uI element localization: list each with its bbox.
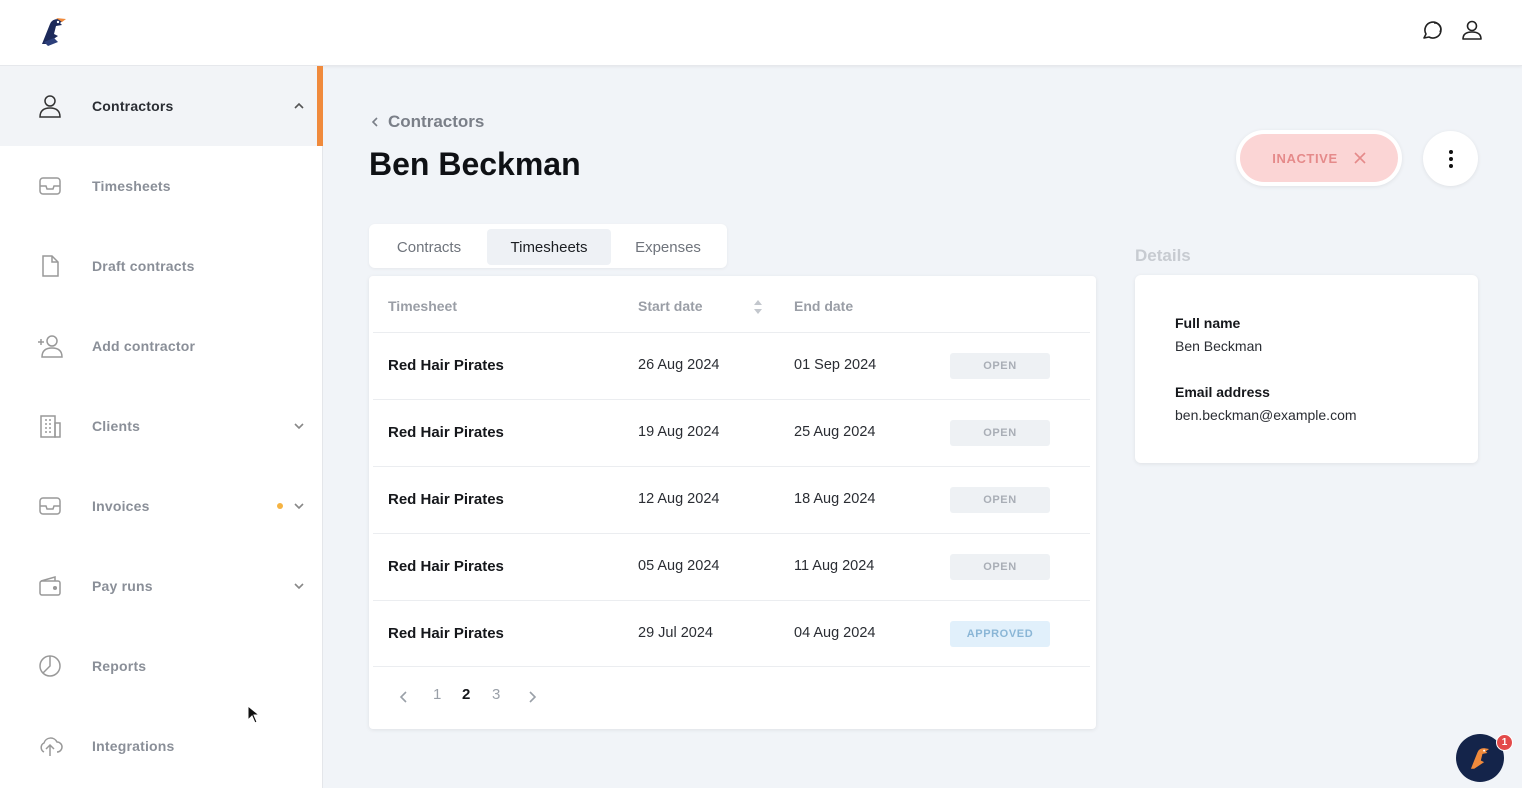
inbox-icon	[39, 177, 61, 195]
end-date: 01 Sep 2024	[794, 357, 877, 373]
email-label: Email address	[1175, 384, 1270, 400]
breadcrumb-label: Contractors	[388, 112, 485, 131]
details-heading: Details	[1135, 246, 1191, 265]
document-icon	[42, 255, 59, 277]
sidebar-item-label: Reports	[92, 658, 147, 674]
column-header-timesheet: Timesheet	[388, 298, 457, 314]
bird-mascot-logo[interactable]	[36, 14, 70, 48]
person-add-icon	[38, 335, 63, 358]
start-date: 26 Aug 2024	[638, 357, 720, 373]
sidebar-item-label: Draft contracts	[92, 258, 195, 274]
timesheet-name: Red Hair Pirates	[388, 558, 504, 575]
column-header-start-date[interactable]: Start date	[638, 298, 703, 314]
table-row[interactable]: Red Hair Pirates 05 Aug 2024 11 Aug 2024…	[373, 533, 1090, 600]
sidebar-item-clients[interactable]: Clients	[0, 386, 323, 466]
chevron-left-icon	[371, 117, 378, 127]
wallet-icon	[39, 576, 61, 596]
start-date: 05 Aug 2024	[638, 558, 720, 574]
mouse-cursor-icon	[247, 705, 261, 724]
sidebar-item-reports[interactable]: Reports	[0, 626, 323, 706]
notification-dot	[277, 503, 283, 509]
notification-badge: 1	[1496, 734, 1513, 751]
start-date: 12 Aug 2024	[638, 491, 720, 507]
tab-bar: Contracts Timesheets Expenses	[369, 224, 727, 268]
timesheet-name: Red Hair Pirates	[388, 357, 504, 374]
email-value: ben.beckman@example.com	[1175, 407, 1357, 423]
full-name-label: Full name	[1175, 315, 1241, 331]
sidebar-item-label: Pay runs	[92, 578, 153, 594]
timesheet-name: Red Hair Pirates	[388, 491, 504, 508]
chevron-down-icon	[294, 503, 304, 510]
table-row[interactable]: Red Hair Pirates 19 Aug 2024 25 Aug 2024…	[373, 399, 1090, 466]
sidebar-item-draft-contracts[interactable]: Draft contracts	[0, 226, 323, 306]
tab-contracts[interactable]: Contracts	[374, 229, 484, 265]
person-icon	[39, 95, 61, 118]
column-header-end-date: End date	[794, 298, 854, 314]
end-date: 04 Aug 2024	[794, 625, 876, 641]
tab-timesheets[interactable]: Timesheets	[487, 229, 611, 265]
page-3-button[interactable]: 3	[492, 686, 500, 703]
building-icon	[40, 415, 61, 438]
pie-chart-icon	[39, 655, 61, 677]
sidebar-item-label: Add contractor	[92, 338, 196, 354]
sidebar: Contractors Timesheets Draft contracts A…	[0, 66, 323, 788]
close-icon[interactable]	[1354, 152, 1366, 164]
user-profile-icon[interactable]	[1460, 18, 1484, 42]
timesheet-name: Red Hair Pirates	[388, 625, 504, 642]
end-date: 25 Aug 2024	[794, 424, 876, 440]
status-toggle[interactable]: INACTIVE	[1236, 130, 1402, 186]
inbox-icon	[39, 497, 61, 515]
top-bar	[0, 0, 1522, 66]
timesheet-name: Red Hair Pirates	[388, 424, 504, 441]
sidebar-item-add-contractor[interactable]: Add contractor	[0, 306, 323, 386]
sidebar-item-pay-runs[interactable]: Pay runs	[0, 546, 323, 626]
end-date: 18 Aug 2024	[794, 491, 876, 507]
status-badge: OPEN	[950, 420, 1050, 446]
sidebar-item-contractors[interactable]: Contractors	[0, 66, 323, 146]
status-badge: OPEN	[950, 353, 1050, 379]
breadcrumb[interactable]: Contractors	[370, 112, 484, 132]
chevron-down-icon	[294, 583, 304, 590]
cloud-upload-icon	[40, 737, 63, 756]
bird-mascot-icon	[1470, 748, 1490, 769]
table-row[interactable]: Red Hair Pirates 12 Aug 2024 18 Aug 2024…	[373, 466, 1090, 533]
status-badge: OPEN	[950, 554, 1050, 580]
more-options-button[interactable]	[1423, 131, 1478, 186]
status-label: INACTIVE	[1272, 150, 1338, 166]
full-name-value: Ben Beckman	[1175, 338, 1263, 354]
vertical-ellipsis-icon	[1448, 149, 1453, 168]
table-row[interactable]: Red Hair Pirates 26 Aug 2024 01 Sep 2024…	[373, 332, 1090, 399]
chevron-left-icon[interactable]	[397, 690, 411, 704]
sidebar-item-label: Contractors	[92, 98, 174, 114]
sidebar-item-invoices[interactable]: Invoices	[0, 466, 323, 546]
sort-icon[interactable]	[753, 299, 763, 315]
start-date: 19 Aug 2024	[638, 424, 720, 440]
chevron-right-icon[interactable]	[525, 690, 539, 704]
chat-icon[interactable]	[1420, 18, 1444, 42]
sidebar-item-integrations[interactable]: Integrations	[0, 706, 323, 786]
tab-expenses[interactable]: Expenses	[613, 229, 723, 265]
details-card: Full name Ben Beckman Email address ben.…	[1135, 275, 1478, 463]
table-row[interactable]: Red Hair Pirates 29 Jul 2024 04 Aug 2024…	[373, 600, 1090, 667]
sidebar-item-timesheets[interactable]: Timesheets	[0, 146, 323, 226]
chevron-up-icon	[294, 102, 304, 109]
end-date: 11 Aug 2024	[794, 558, 875, 574]
page-1-button[interactable]: 1	[433, 686, 441, 703]
page-title: Ben Beckman	[369, 146, 581, 182]
status-badge[interactable]: INACTIVE	[1240, 134, 1398, 182]
sidebar-item-label: Clients	[92, 418, 141, 434]
sidebar-item-label: Timesheets	[92, 178, 171, 194]
timesheets-table: Timesheet Start date End date Red Hair P…	[369, 276, 1096, 729]
status-badge: APPROVED	[950, 621, 1050, 647]
status-badge: OPEN	[950, 487, 1050, 513]
sidebar-item-label: Integrations	[92, 738, 175, 754]
start-date: 29 Jul 2024	[638, 625, 713, 641]
page-2-button[interactable]: 2	[462, 686, 470, 703]
sidebar-item-label: Invoices	[92, 498, 150, 514]
chevron-down-icon	[294, 423, 304, 430]
